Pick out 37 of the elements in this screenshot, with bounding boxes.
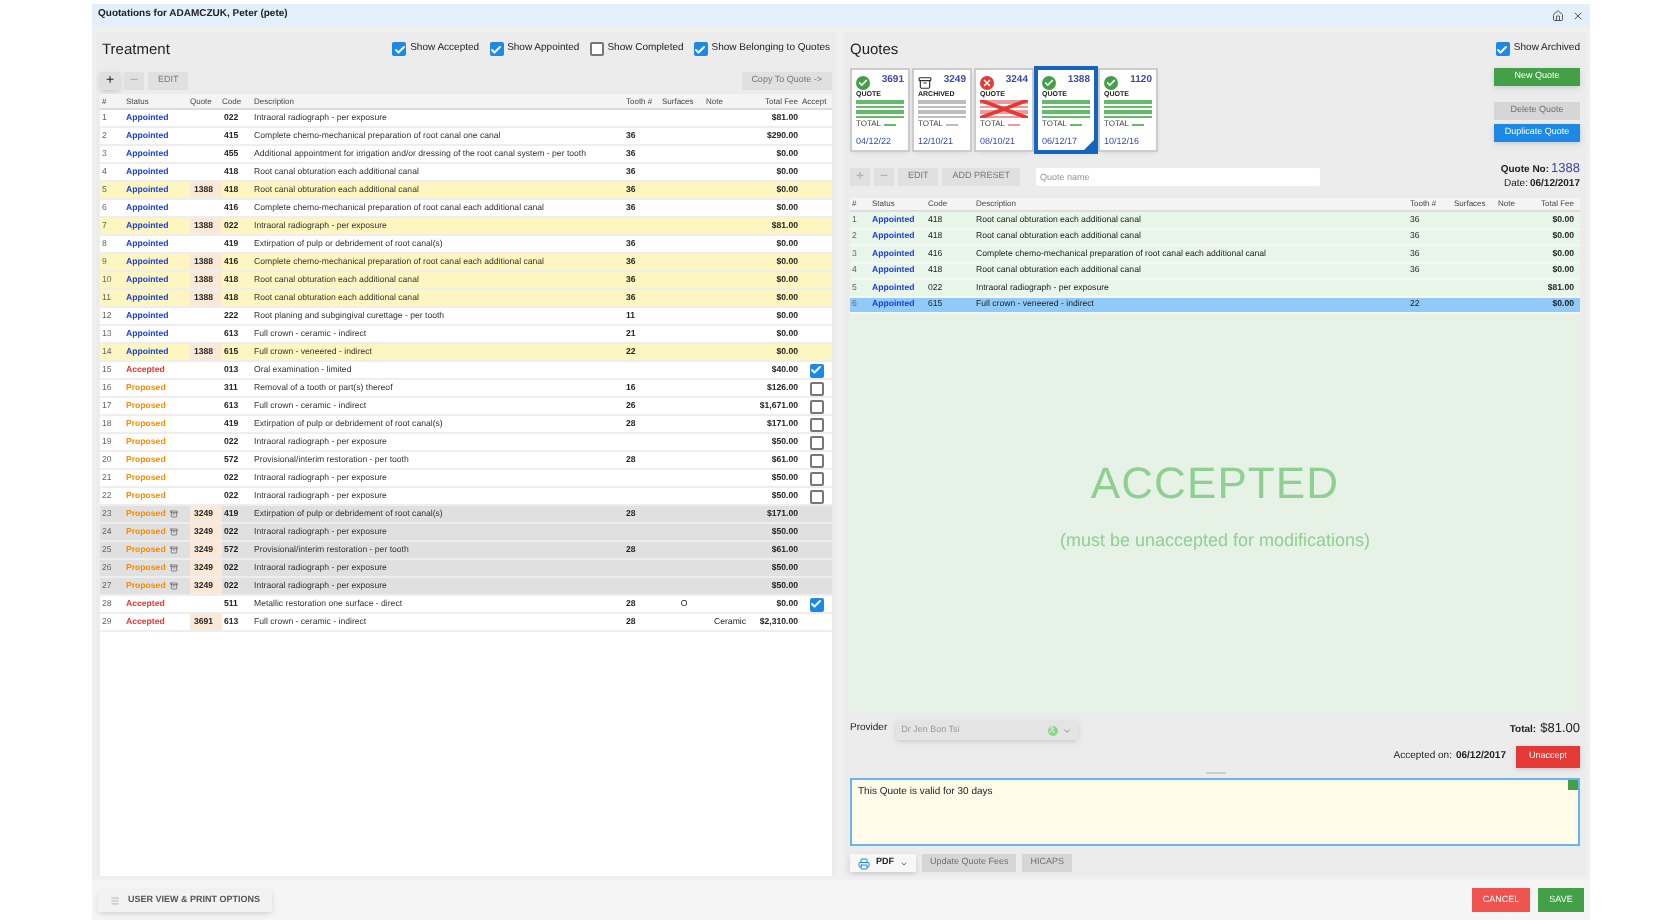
close-icon[interactable] (1572, 9, 1584, 21)
accept-checkbox[interactable] (809, 417, 823, 432)
watermark-note: (must be unaccepted for modifications) (1059, 528, 1371, 555)
filter-checkbox[interactable] (392, 42, 407, 57)
archive-icon (918, 75, 932, 89)
home-icon[interactable] (1552, 9, 1564, 21)
filter-checkbox[interactable] (693, 42, 708, 57)
filter-checkbox[interactable] (489, 42, 504, 57)
document-lines-drawing (1104, 100, 1152, 119)
filter-checkbox[interactable] (589, 42, 604, 57)
accept-checkbox[interactable] (809, 363, 823, 378)
archive-icon (169, 510, 178, 519)
document-lines-drawing (1042, 100, 1090, 119)
check-icon (1104, 75, 1118, 89)
document-lines-drawing (980, 100, 1028, 119)
check-icon (1042, 75, 1056, 89)
archive-icon (169, 582, 178, 591)
accept-checkbox[interactable] (809, 471, 823, 486)
accept-checkbox[interactable] (809, 435, 823, 450)
document-lines-drawing (918, 100, 966, 119)
user-icon (1047, 725, 1058, 735)
archive-icon (169, 564, 178, 573)
document-lines-drawing (856, 100, 904, 119)
dropdown-icon (1061, 725, 1072, 735)
accept-checkbox[interactable] (809, 399, 823, 414)
printer-icon (858, 857, 870, 869)
accept-checkbox[interactable] (809, 381, 823, 396)
menu-icon (110, 895, 120, 905)
check-icon (856, 75, 870, 89)
archive-icon (169, 546, 178, 555)
status-watermark: ACCEPTED (1090, 456, 1340, 513)
accept-checkbox[interactable] (809, 597, 823, 612)
cross-icon (980, 75, 994, 89)
archive-icon (169, 528, 178, 537)
accept-checkbox[interactable] (809, 453, 823, 468)
show-archived-checkbox[interactable] (1495, 42, 1510, 57)
accept-checkbox[interactable] (809, 489, 823, 504)
